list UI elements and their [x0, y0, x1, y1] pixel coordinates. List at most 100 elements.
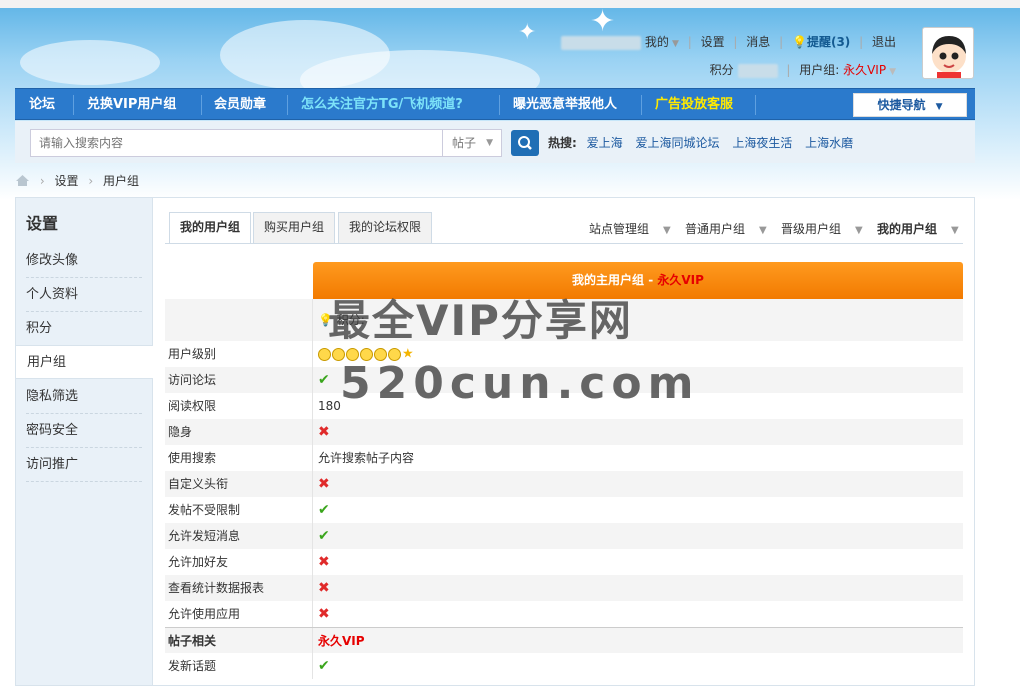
cross-icon: ✖: [318, 476, 330, 492]
nav-forum[interactable]: 论坛: [29, 89, 55, 121]
permission-label: 查看统计数据报表: [168, 581, 265, 595]
permission-label: 访问论坛: [168, 373, 217, 387]
avatar-icon: [932, 36, 966, 78]
tab-forum-permissions[interactable]: 我的论坛权限: [338, 212, 433, 243]
nav-ad-service[interactable]: 广告投放客服: [655, 89, 733, 121]
smile-icon: [318, 348, 331, 361]
tab-my-usergroup[interactable]: 我的用户组: [169, 212, 252, 244]
nav-medals[interactable]: 会员勋章: [214, 89, 266, 121]
my-link[interactable]: 我的: [645, 35, 669, 49]
logout-link[interactable]: 退出: [872, 35, 896, 49]
home-icon[interactable]: [15, 174, 30, 187]
chevron-down-icon: ▼: [671, 39, 679, 49]
permission-label: 自定义头衔: [168, 477, 229, 491]
group-label: 用户组:: [799, 63, 840, 77]
groupnav-label: 我的用户组: [877, 222, 938, 236]
caret-down-icon: ▼: [855, 225, 863, 236]
cross-icon: ✖: [318, 554, 330, 570]
permission-label: 阅读权限: [168, 399, 217, 413]
chevron-down-icon: ▼: [889, 67, 896, 77]
sidebar-item-profile[interactable]: 个人资料: [26, 278, 142, 312]
permission-row: 使用搜索 允许搜索帖子内容: [165, 445, 963, 471]
check-icon: ✔: [318, 528, 330, 544]
permission-label: 用户级别: [168, 347, 217, 361]
settings-link[interactable]: 设置: [701, 35, 725, 49]
hot-link[interactable]: 爱上海同城论坛: [635, 136, 719, 150]
caret-down-icon: ▼: [935, 102, 943, 112]
permission-row: 允许发短消息 ✔: [165, 523, 963, 549]
nav-telegram[interactable]: 怎么关注官方TG/飞机频道?: [301, 89, 463, 121]
check-icon: ✔: [318, 658, 330, 674]
star-decoration: ✦: [518, 20, 537, 45]
breadcrumb-settings[interactable]: 设置: [54, 174, 78, 188]
search-scope-value: 帖子: [452, 136, 477, 150]
sidebar-item-points[interactable]: 积分: [26, 312, 142, 346]
permission-value: 允许搜索帖子内容: [318, 451, 415, 465]
breadcrumb: › 设置 › 用户组: [15, 172, 139, 189]
user-links: 我的 ▼ | 设置 | 消息 | 💡提醒(3) | 退出: [561, 33, 896, 50]
permission-row: 查看统计数据报表 ✖: [165, 575, 963, 601]
caret-down-icon: ▼: [759, 225, 767, 236]
permission-label: 发帖不受限制: [168, 503, 241, 517]
reminders-link[interactable]: 提醒(3): [807, 35, 850, 49]
bulb-icon: 💡: [792, 35, 807, 49]
breadcrumb-usergroup[interactable]: 用户组: [103, 174, 139, 188]
sidebar-item-promotion[interactable]: 访问推广: [26, 448, 142, 482]
main-group-label: 我的主用户组 -: [572, 273, 658, 287]
main-content: 我的用户组 购买用户组 我的论坛权限 站点管理组 ▼ 普通用户组 ▼ 晋级用户组 ▼ …: [153, 197, 975, 686]
hot-label: 热搜:: [548, 136, 577, 150]
watermark-line1: 最全VIP分享网: [328, 296, 633, 345]
groupnav-label: 晋级用户组: [781, 222, 842, 236]
search-icon: [518, 136, 532, 150]
hot-link[interactable]: 上海水磨: [805, 136, 853, 150]
quick-nav-label: 快捷导航: [877, 98, 926, 112]
search-scope-select[interactable]: 帖子 ▼: [442, 129, 502, 157]
permission-label: 发新话题: [168, 659, 217, 673]
hot-link[interactable]: 爱上海: [587, 136, 623, 150]
permission-row: 允许加好友 ✖: [165, 549, 963, 575]
tab-buy-usergroup[interactable]: 购买用户组: [253, 212, 336, 243]
caret-down-icon: ▼: [951, 225, 959, 236]
sidebar-item-usergroup[interactable]: 用户组: [15, 345, 153, 379]
cross-icon: ✖: [318, 580, 330, 596]
hot-searches: 热搜: 爱上海 爱上海同城论坛 上海夜生活 上海水磨: [548, 134, 862, 151]
groupnav-normal[interactable]: 普通用户组 ▼: [685, 220, 767, 237]
sidebar-title: 设置: [26, 214, 59, 233]
permission-label: 允许使用应用: [168, 607, 241, 621]
points-label[interactable]: 积分: [710, 63, 734, 77]
hot-link[interactable]: 上海夜生活: [732, 136, 792, 150]
permission-value: 180: [318, 399, 341, 413]
permission-row: 发帖不受限制 ✔: [165, 497, 963, 523]
nav-redeem-vip[interactable]: 兑换VIP用户组: [87, 89, 176, 121]
permission-label: 帖子相关: [168, 634, 217, 648]
permission-row: 允许使用应用 ✖: [165, 601, 963, 627]
search-input[interactable]: [30, 129, 443, 157]
groupnav-admin[interactable]: 站点管理组 ▼: [589, 220, 671, 237]
user-status: 积分 | 用户组: 永久VIP ▼: [709, 63, 896, 78]
permission-row: 隐身 ✖: [165, 419, 963, 445]
sidebar-item-password[interactable]: 密码安全: [26, 414, 142, 448]
section-value: 永久VIP: [318, 634, 365, 648]
sidebar-item-privacy[interactable]: 隐私筛选: [26, 380, 142, 414]
cloud-decoration: [20, 40, 160, 85]
permission-label: 允许发短消息: [168, 529, 241, 543]
cross-icon: ✖: [318, 606, 330, 622]
groupnav-promote[interactable]: 晋级用户组 ▼: [781, 220, 863, 237]
messages-link[interactable]: 消息: [746, 35, 770, 49]
permission-row: 自定义头衔 ✖: [165, 471, 963, 497]
permission-row: 帖子相关 永久VIP: [165, 627, 963, 654]
tab-underline: [165, 243, 963, 244]
check-icon: ✔: [318, 372, 330, 388]
points-blurred: [737, 63, 778, 78]
quick-nav-button[interactable]: 快捷导航 ▼: [853, 93, 967, 117]
permission-label: 隐身: [168, 425, 193, 439]
search-button[interactable]: [511, 130, 539, 156]
nav-report[interactable]: 曝光恶意举报他人: [513, 89, 617, 121]
permission-label: 使用搜索: [168, 451, 217, 465]
groupnav-label: 普通用户组: [685, 222, 746, 236]
groupnav-mine[interactable]: 我的用户组 ▼: [877, 220, 959, 237]
avatar[interactable]: [922, 27, 974, 79]
sidebar-item-avatar[interactable]: 修改头像: [26, 244, 142, 278]
group-value[interactable]: 永久VIP: [843, 63, 886, 77]
main-nav: 论坛 兑换VIP用户组 会员勋章 怎么关注官方TG/飞机频道? 曝光恶意举报他人…: [15, 88, 975, 120]
